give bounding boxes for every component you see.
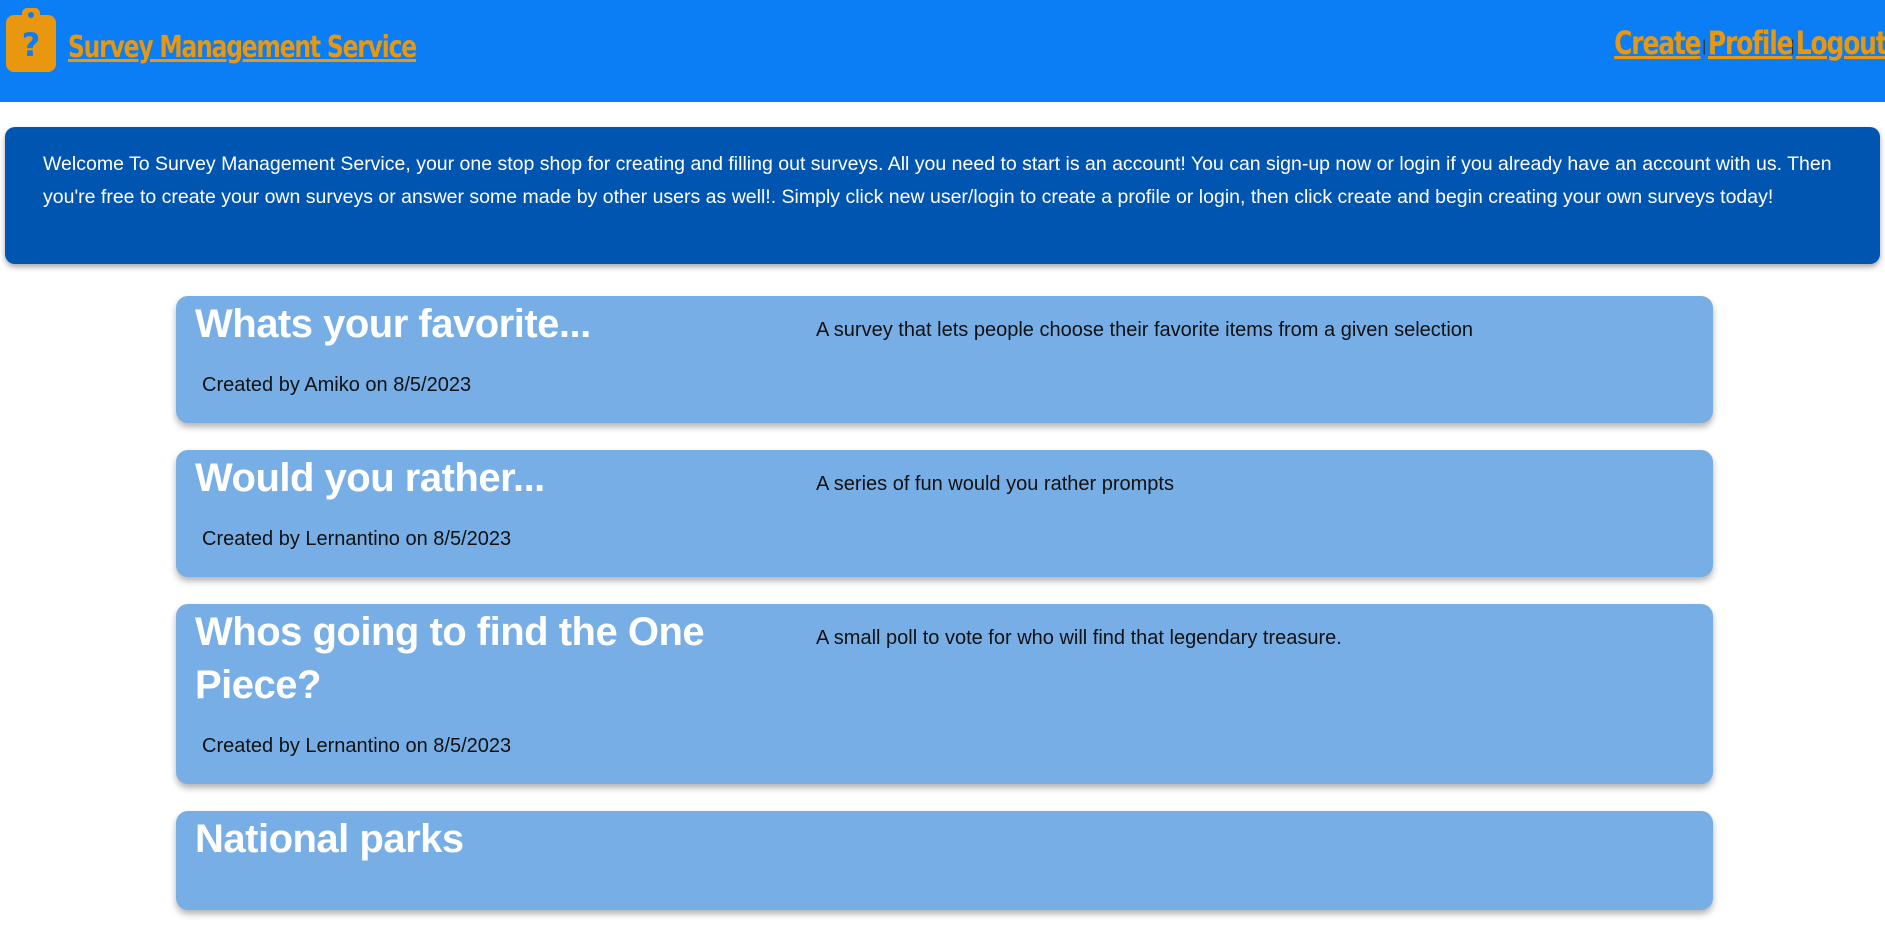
site-title[interactable]: Survey Management Service (68, 30, 416, 65)
survey-title[interactable]: Whos going to find the One Piece? (195, 604, 816, 712)
survey-description: A series of fun would you rather prompts (816, 450, 1174, 577)
site-header: ? Survey Management Service Create | Pro… (0, 0, 1885, 102)
survey-title[interactable]: National parks (195, 811, 816, 866)
survey-card[interactable]: Whats your favorite... Created by Amiko … (176, 296, 1713, 423)
survey-list: Whats your favorite... Created by Amiko … (176, 296, 1713, 937)
welcome-banner: Welcome To Survey Management Service, yo… (5, 127, 1880, 264)
survey-card[interactable]: National parks (176, 811, 1713, 910)
survey-description: A survey that lets people choose their f… (816, 296, 1473, 423)
nav-profile-link[interactable]: Profile (1708, 24, 1792, 62)
survey-card-main: Whats your favorite... Created by Amiko … (176, 296, 816, 423)
survey-card-main: Would you rather... Created by Lernantin… (176, 450, 816, 577)
survey-title[interactable]: Would you rather... (195, 450, 816, 505)
survey-card[interactable]: Whos going to find the One Piece? Create… (176, 604, 1713, 784)
clipboard-question-icon: ? (6, 8, 56, 72)
nav-separator: | (1702, 38, 1706, 56)
survey-meta (202, 886, 816, 910)
survey-meta: Created by Lernantino on 8/5/2023 (202, 732, 816, 784)
welcome-text: Welcome To Survey Management Service, yo… (43, 153, 1832, 208)
nav-logout-link[interactable]: Logout (1795, 24, 1885, 62)
survey-description: A small poll to vote for who will find t… (816, 604, 1342, 784)
survey-title[interactable]: Whats your favorite... (195, 296, 816, 351)
survey-card[interactable]: Would you rather... Created by Lernantin… (176, 450, 1713, 577)
survey-card-main: National parks (176, 811, 816, 910)
survey-meta: Created by Lernantino on 8/5/2023 (202, 525, 816, 577)
nav-create-link[interactable]: Create (1614, 24, 1700, 62)
survey-meta: Created by Amiko on 8/5/2023 (202, 371, 816, 423)
svg-text:?: ? (22, 26, 41, 64)
survey-card-main: Whos going to find the One Piece? Create… (176, 604, 816, 784)
main-nav: Create | Profile | Logout (1602, 24, 1885, 62)
brand-home-link[interactable]: ? Survey Management Service (6, 8, 514, 72)
